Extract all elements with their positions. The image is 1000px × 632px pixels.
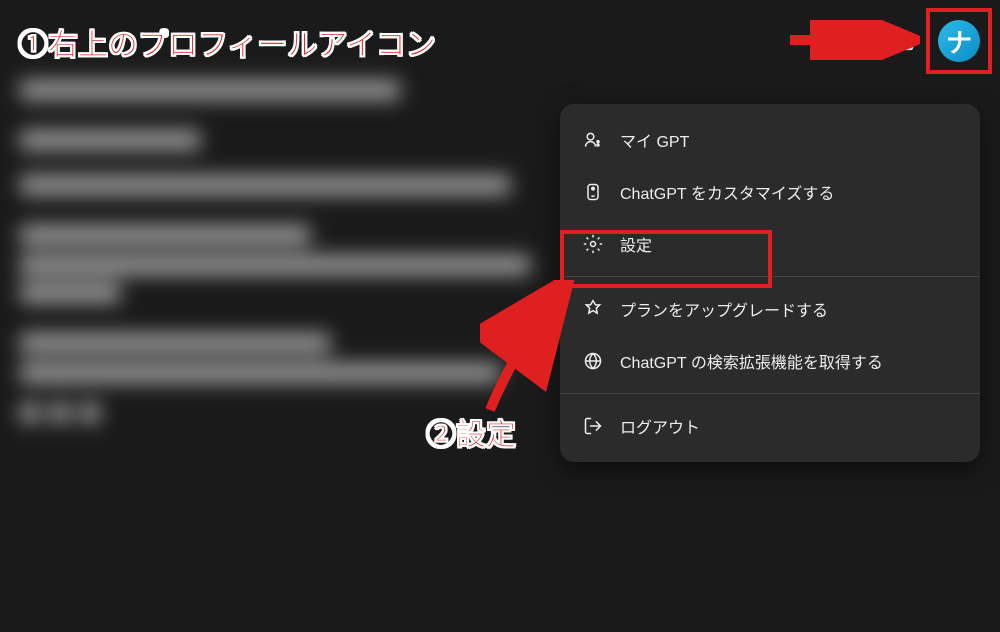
annotation-profile: ①右上のプロフィールアイコン <box>18 20 436 64</box>
menu-label: プランをアップグレードする <box>620 297 828 321</box>
blurred-background <box>0 0 560 632</box>
menu-label: ChatGPT の検索拡張機能を取得する <box>620 349 883 373</box>
upgrade-icon <box>582 298 604 320</box>
menu-label: マイ GPT <box>620 128 689 152</box>
avatar-letter: ナ <box>946 23 972 60</box>
menu-item-logout[interactable]: ログアウト <box>560 400 980 452</box>
profile-avatar[interactable]: ナ <box>938 20 980 62</box>
menu-separator <box>560 393 980 394</box>
gear-icon <box>582 233 604 255</box>
customize-icon <box>582 181 604 203</box>
globe-icon <box>582 350 604 372</box>
logout-icon <box>582 415 604 437</box>
menu-label: 設定 <box>620 232 652 256</box>
profile-dropdown-menu: マイ GPT ChatGPT をカスタマイズする 設定 プランをアップグレードす… <box>560 104 980 462</box>
menu-item-my-gpt[interactable]: マイ GPT <box>560 114 980 166</box>
menu-item-upgrade[interactable]: プランをアップグレードする <box>560 283 980 335</box>
person-icon <box>582 129 604 151</box>
menu-item-customize[interactable]: ChatGPT をカスタマイズする <box>560 166 980 218</box>
arrow-to-profile <box>790 20 920 60</box>
annotation-settings: ②設定 <box>426 410 516 454</box>
menu-label: ログアウト <box>620 414 700 438</box>
menu-separator <box>560 276 980 277</box>
menu-item-extension[interactable]: ChatGPT の検索拡張機能を取得する <box>560 335 980 387</box>
menu-item-settings[interactable]: 設定 <box>560 218 980 270</box>
arrow-to-settings <box>480 280 580 420</box>
menu-label: ChatGPT をカスタマイズする <box>620 180 834 204</box>
